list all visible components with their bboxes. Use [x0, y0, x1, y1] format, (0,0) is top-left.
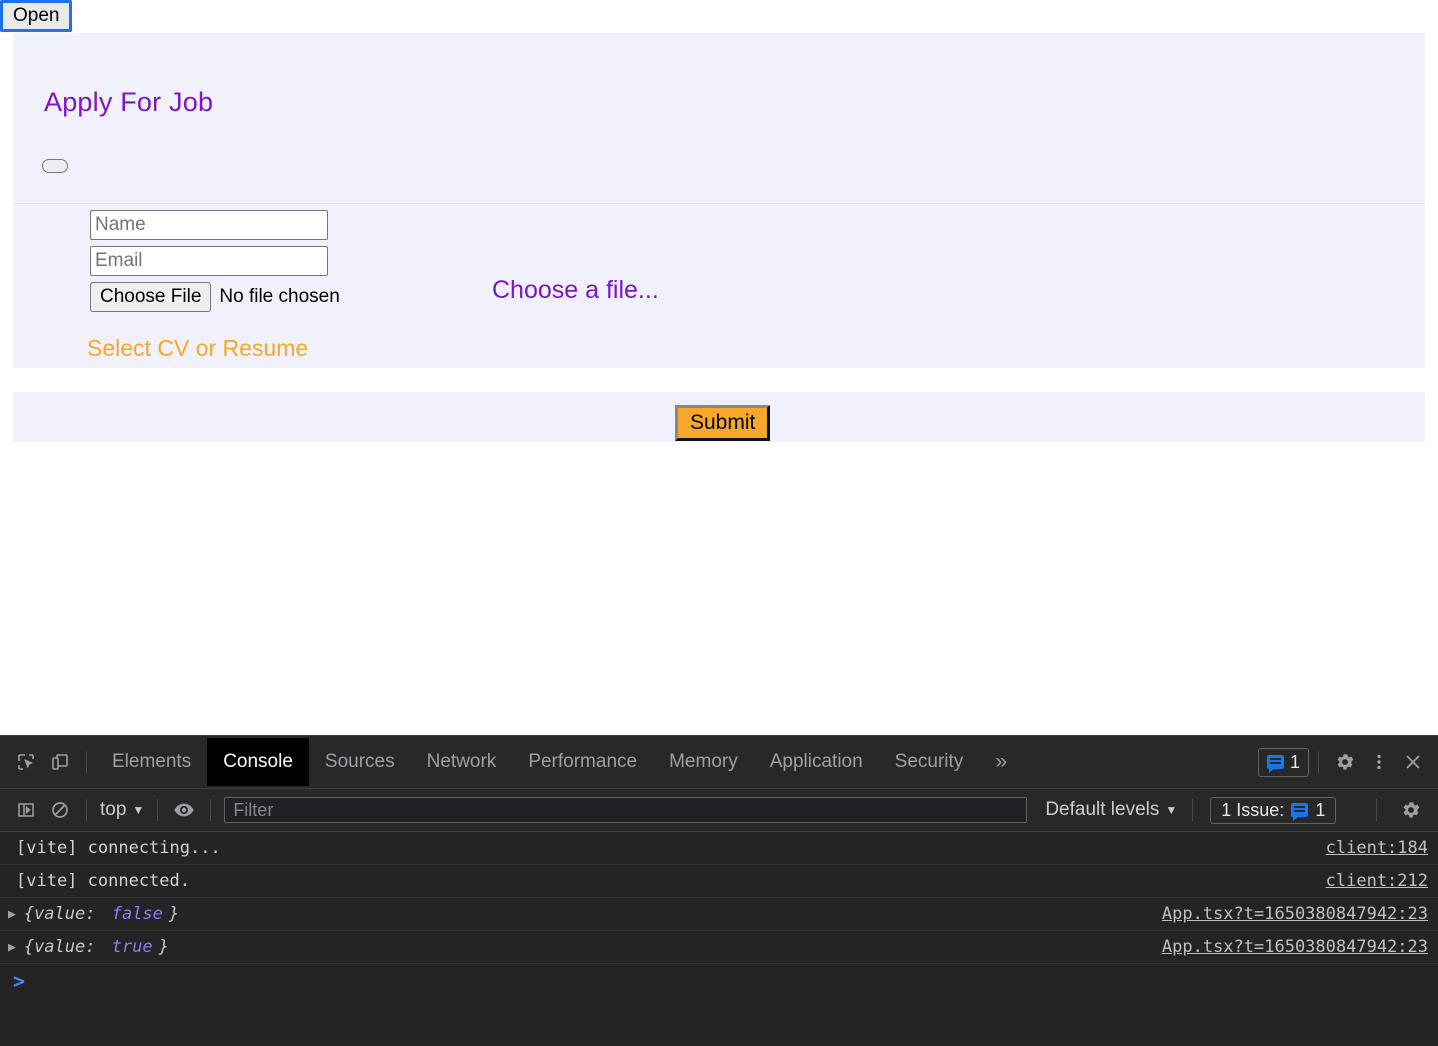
device-toolbar-icon[interactable]: [43, 745, 77, 779]
page-title: Apply For Job: [44, 87, 214, 117]
console-message-text: [vite] connecting...: [16, 838, 221, 858]
modal-header: Apply For Job: [13, 33, 1425, 203]
filterbar-divider-2: [157, 799, 159, 821]
modal-body: Choose File No file chosen Choose a file…: [13, 204, 1425, 368]
email-field[interactable]: [90, 246, 328, 276]
filterbar-divider-1: [86, 799, 87, 821]
filterbar-divider-3: [210, 799, 212, 821]
console-context-label: top: [100, 799, 127, 820]
gear-icon[interactable]: [1328, 745, 1362, 779]
chevron-down-icon: ▼: [132, 803, 145, 817]
console-message-row[interactable]: [vite] connected. client:212: [0, 865, 1438, 898]
tab-performance[interactable]: Performance: [512, 738, 653, 786]
clear-console-icon[interactable]: [43, 793, 77, 827]
console-message-text: [vite] connected.: [16, 871, 190, 891]
console-source-link[interactable]: client:184: [1326, 838, 1428, 858]
expand-arrow-icon[interactable]: ▶: [8, 908, 16, 921]
inspect-element-icon[interactable]: [9, 745, 43, 779]
live-expression-icon[interactable]: [167, 793, 201, 827]
tab-application[interactable]: Application: [754, 738, 879, 786]
file-upload-row: Choose File No file chosen: [90, 282, 340, 312]
issue-count: 1: [1315, 799, 1326, 820]
message-icon-2: [1291, 803, 1309, 821]
console-object-prefix: {value:: [23, 937, 106, 957]
console-prompt-caret-icon: >: [13, 969, 26, 993]
name-input[interactable]: [90, 210, 328, 240]
tab-security[interactable]: Security: [879, 738, 980, 786]
kebab-menu-icon[interactable]: [1362, 745, 1396, 779]
issues-badge-count: 1: [1289, 751, 1300, 772]
expand-arrow-icon[interactable]: ▶: [8, 941, 16, 954]
tab-memory[interactable]: Memory: [653, 738, 754, 786]
console-message-list: [vite] connecting... client:184 [vite] c…: [0, 832, 1438, 1046]
modal-footer: Submit: [13, 392, 1425, 442]
tab-sources[interactable]: Sources: [309, 738, 411, 786]
no-file-chosen-text: No file chosen: [219, 286, 340, 307]
console-object-prefix: {value:: [23, 904, 106, 924]
devtools-panel: Elements Console Sources Network Perform…: [0, 735, 1438, 1046]
select-cv-label: Select CV or Resume: [87, 335, 309, 361]
console-prompt-row[interactable]: >: [0, 964, 1438, 998]
console-settings-gear-icon[interactable]: [1394, 793, 1428, 827]
console-object-value: false: [111, 904, 163, 924]
issue-label: 1 Issue:: [1221, 799, 1285, 820]
console-source-link[interactable]: App.tsx?t=1650380847942:23: [1162, 904, 1428, 924]
console-message-row[interactable]: [vite] connecting... client:184: [0, 832, 1438, 865]
console-message-row[interactable]: ▶ {value: true} App.tsx?t=1650380847942:…: [0, 931, 1438, 964]
toolbar-divider-2: [1318, 751, 1319, 773]
tab-network[interactable]: Network: [411, 738, 513, 786]
more-tabs-chevron-icon[interactable]: »: [979, 744, 1023, 780]
close-icon[interactable]: [1396, 745, 1430, 779]
pill-toggle-button[interactable]: [42, 159, 68, 173]
tab-console[interactable]: Console: [207, 738, 309, 786]
console-source-link[interactable]: App.tsx?t=1650380847942:23: [1162, 937, 1428, 957]
issues-counter-button[interactable]: 1 Issue: 1: [1210, 796, 1337, 824]
log-levels-selector[interactable]: Default levels ▼: [1039, 798, 1183, 822]
filterbar-right-actions: [1367, 789, 1428, 831]
log-levels-label: Default levels: [1045, 799, 1160, 820]
console-message-row[interactable]: ▶ {value: false} App.tsx?t=1650380847942…: [0, 898, 1438, 931]
chevron-down-icon-2: ▼: [1165, 803, 1178, 817]
open-button[interactable]: Open: [0, 0, 73, 32]
console-object-suffix: }: [168, 904, 180, 924]
search-input[interactable]: [224, 797, 1028, 823]
choose-a-file-label[interactable]: Choose a file...: [492, 276, 659, 305]
console-context-selector[interactable]: top ▼: [96, 799, 148, 821]
apply-for-job-modal: Apply For Job Choose File No file chosen…: [13, 33, 1425, 368]
submit-button[interactable]: Submit: [675, 405, 771, 441]
browser-page-content: Open Apply For Job Choose File No file c…: [0, 0, 1438, 735]
console-source-link[interactable]: client:212: [1326, 871, 1428, 891]
devtools-toolbar-actions: 1: [1257, 736, 1430, 788]
console-object-suffix: }: [158, 937, 169, 957]
tab-elements[interactable]: Elements: [96, 738, 207, 786]
filterbar-divider-4: [1192, 799, 1194, 821]
console-filter-bar: top ▼ Default levels ▼ 1 Issue: 1: [0, 789, 1438, 832]
devtools-tabbar: Elements Console Sources Network Perform…: [0, 736, 1438, 789]
console-object-value: true: [111, 937, 153, 957]
filterbar-divider-5: [1376, 799, 1377, 821]
issues-badge[interactable]: 1: [1257, 747, 1309, 777]
console-sidebar-icon[interactable]: [9, 793, 43, 827]
message-icon: [1266, 755, 1284, 773]
toolbar-divider: [86, 751, 87, 773]
choose-file-button[interactable]: Choose File: [90, 282, 212, 312]
